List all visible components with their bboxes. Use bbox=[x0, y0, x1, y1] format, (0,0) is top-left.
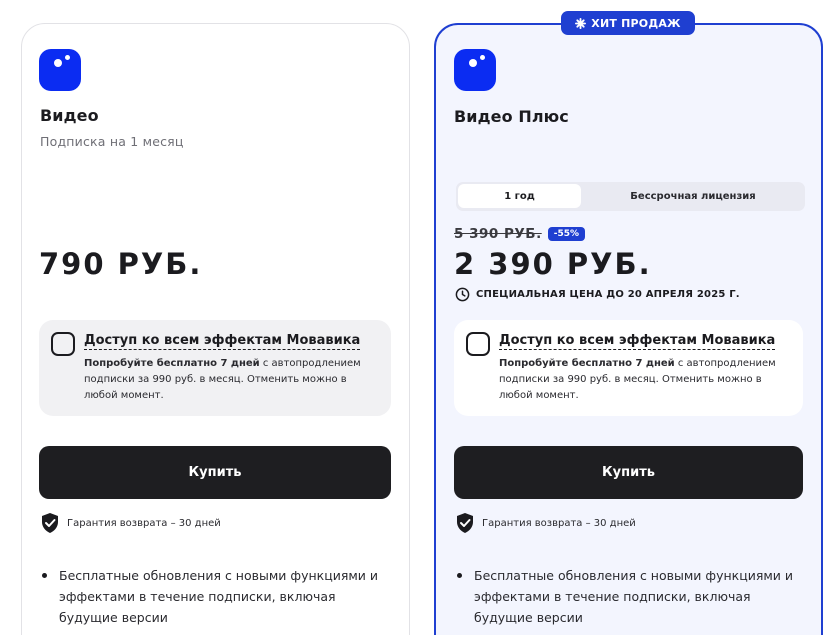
bullet-icon bbox=[42, 573, 47, 578]
plan-card-video: Видео Подписка на 1 месяц 790 РУБ. Досту… bbox=[21, 23, 410, 635]
movavi-logo-icon bbox=[454, 49, 496, 91]
feature-text: Бесплатные обновления с новыми функциями… bbox=[59, 568, 379, 625]
addon-description: Попробуйте бесплатно 7 дней с автопродле… bbox=[499, 356, 789, 404]
feature-text: Бесплатные обновления с новыми функциями… bbox=[474, 568, 794, 625]
bullet-icon bbox=[457, 573, 462, 578]
guarantee-text: Гарантия возврата – 30 дней bbox=[67, 517, 221, 529]
plan-price: 790 РУБ. bbox=[39, 247, 203, 281]
old-price: 5 390 РУБ. bbox=[454, 226, 542, 242]
feature-item: Бесплатные обновления с новыми функциями… bbox=[455, 565, 804, 628]
feature-item: Бесплатные обновления с новыми функциями… bbox=[40, 565, 392, 628]
money-back-guarantee: Гарантия возврата – 30 дней bbox=[455, 512, 636, 534]
buy-button[interactable]: Купить bbox=[454, 446, 803, 499]
plan-title: Видео bbox=[40, 106, 99, 125]
addon-trial-text: Попробуйте бесплатно 7 дней bbox=[499, 358, 675, 369]
plan-price: 2 390 РУБ. bbox=[454, 247, 652, 281]
addon-title[interactable]: Доступ ко всем эффектам Мовавика bbox=[84, 333, 361, 350]
tab-lifetime-license[interactable]: Бессрочная лицензия bbox=[583, 184, 803, 208]
clock-icon bbox=[455, 287, 470, 302]
effects-addon-checkbox[interactable] bbox=[466, 332, 490, 356]
plan-subtitle: Подписка на 1 месяц bbox=[40, 134, 184, 149]
guarantee-text: Гарантия возврата – 30 дней bbox=[482, 517, 636, 529]
badge-label: ХИТ ПРОДАЖ bbox=[591, 16, 681, 30]
addon-trial-text: Попробуйте бесплатно 7 дней bbox=[84, 358, 260, 369]
shield-check-icon bbox=[457, 513, 473, 533]
money-back-guarantee: Гарантия возврата – 30 дней bbox=[40, 512, 221, 534]
discount-badge: -55% bbox=[547, 227, 585, 241]
feature-list: Бесплатные обновления с новыми функциями… bbox=[455, 565, 804, 628]
addon-description: Попробуйте бесплатно 7 дней с автопродле… bbox=[84, 356, 374, 404]
shield-check-icon bbox=[42, 513, 58, 533]
plan-card-video-plus: Видео Плюс 1 год Бессрочная лицензия 5 3… bbox=[434, 23, 823, 635]
special-offer-note: СПЕЦИАЛЬНАЯ ЦЕНА ДО 20 АПРЕЛЯ 2025 Г. bbox=[455, 287, 740, 302]
bestseller-badge: ХИТ ПРОДАЖ bbox=[561, 11, 695, 35]
buy-button[interactable]: Купить bbox=[39, 446, 391, 499]
old-price-row: 5 390 РУБ. -55% bbox=[454, 226, 585, 242]
special-offer-text: СПЕЦИАЛЬНАЯ ЦЕНА ДО 20 АПРЕЛЯ 2025 Г. bbox=[476, 289, 740, 300]
feature-list: Бесплатные обновления с новыми функциями… bbox=[40, 565, 392, 628]
effects-addon-option[interactable]: Доступ ко всем эффектам Мовавика Попробу… bbox=[39, 320, 391, 416]
addon-title[interactable]: Доступ ко всем эффектам Мовавика bbox=[499, 333, 776, 350]
movavi-logo-icon bbox=[39, 49, 81, 91]
license-type-switcher: 1 год Бессрочная лицензия bbox=[456, 182, 805, 211]
effects-addon-option[interactable]: Доступ ко всем эффектам Мовавика Попробу… bbox=[454, 320, 803, 416]
plan-title: Видео Плюс bbox=[454, 107, 569, 126]
tab-1-year[interactable]: 1 год bbox=[458, 184, 581, 208]
effects-addon-checkbox[interactable] bbox=[51, 332, 75, 356]
star-burst-icon bbox=[575, 17, 587, 29]
